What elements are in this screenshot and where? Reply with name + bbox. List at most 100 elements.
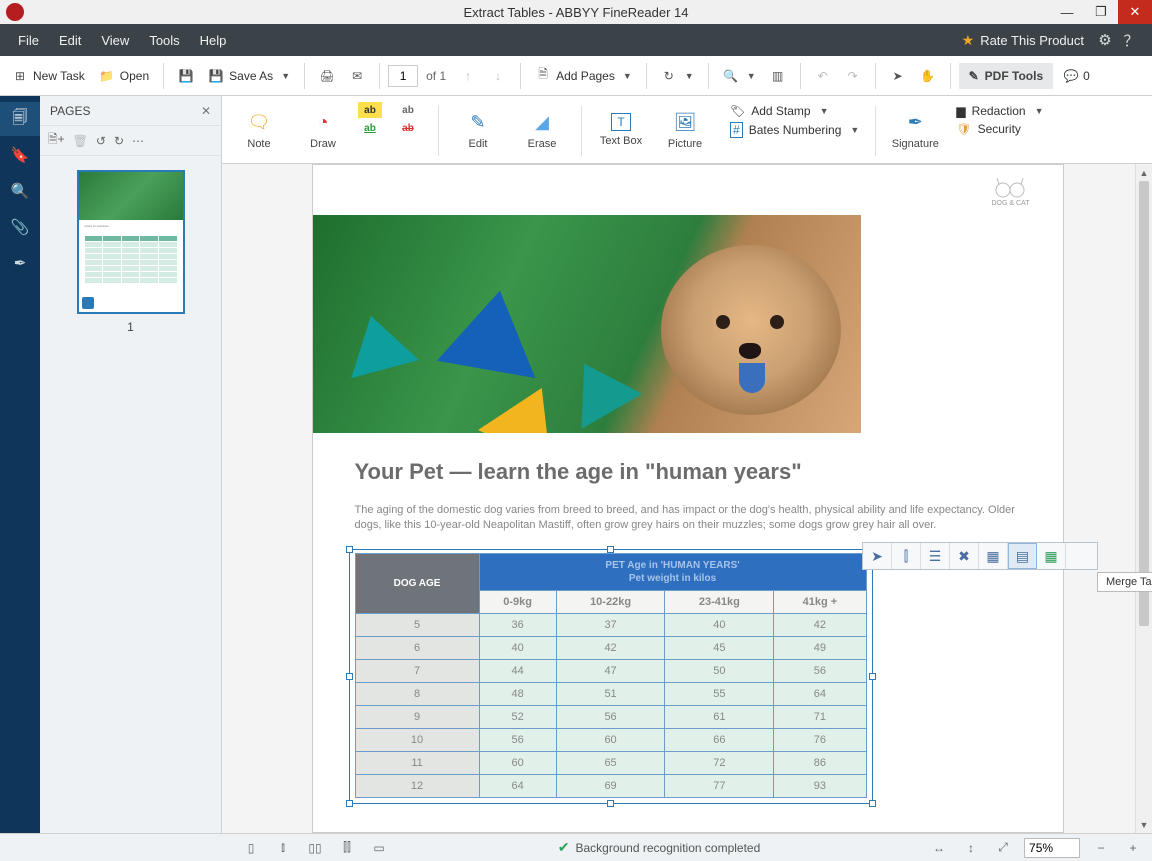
new-task-button[interactable]: ⊞New Task xyxy=(6,64,91,88)
page-total: of 1 xyxy=(426,69,446,83)
redaction-button[interactable]: ▆Redaction▼ xyxy=(956,104,1043,118)
picture-tool-button[interactable]: 🖼Picture xyxy=(656,100,714,160)
actual-size-icon[interactable]: ⤢ xyxy=(992,838,1014,858)
save-as-button[interactable]: 💾Save As▼ xyxy=(202,64,296,88)
table-value-cell: 72 xyxy=(665,752,774,775)
table-value-cell: 56 xyxy=(556,706,665,729)
redo-icon: ↷ xyxy=(845,68,861,84)
delete-page-icon[interactable]: 🗑 xyxy=(73,134,88,148)
highlight-yellow-icon[interactable]: ab xyxy=(358,102,382,118)
view-single-icon[interactable]: ▯ xyxy=(240,838,262,858)
add-stamp-button[interactable]: 🏷Add Stamp▼ xyxy=(730,104,859,118)
menu-tools[interactable]: Tools xyxy=(139,33,189,48)
bates-icon: # xyxy=(730,122,743,138)
security-button[interactable]: 🛡Security xyxy=(956,122,1043,136)
rate-product-button[interactable]: ★ Rate This Product xyxy=(954,32,1092,49)
pages-panel: PAGES ✕ 🗎+ 🗑 ↺ ↻ ⋯ xxxxx xx xxxxxxxx xyxy=(40,96,222,833)
signature-icon: ✒ xyxy=(903,110,927,134)
pdf-tools-button[interactable]: ✎PDF Tools xyxy=(959,63,1054,89)
fit-page-icon[interactable]: ↕ xyxy=(960,838,982,858)
popup-delete-line-icon[interactable]: ✖ xyxy=(950,543,979,569)
page-number-input[interactable] xyxy=(388,65,418,87)
maximize-button[interactable]: ❐ xyxy=(1084,0,1118,24)
settings-icon[interactable]: ⚙ xyxy=(1092,31,1118,49)
page-down-button[interactable]: ↓ xyxy=(484,64,512,88)
menu-view[interactable]: View xyxy=(91,33,139,48)
pointer-icon: ➤ xyxy=(890,68,906,84)
table-value-cell: 45 xyxy=(665,637,774,660)
zoom-input[interactable] xyxy=(1024,838,1080,858)
minimize-button[interactable]: — xyxy=(1050,0,1084,24)
table-value-cell: 44 xyxy=(479,660,556,683)
document-scroll[interactable]: DOG & CAT Your Pet — learn the age in "h… xyxy=(222,164,1135,833)
fit-width-icon[interactable]: ↔ xyxy=(928,838,950,858)
redo-button[interactable]: ↷ xyxy=(839,64,867,88)
rotate-left-icon[interactable]: ↺ xyxy=(96,134,106,148)
popup-table-icon[interactable]: ▦ xyxy=(1037,543,1066,569)
popup-add-hline-icon[interactable]: ☰ xyxy=(921,543,950,569)
more-icon[interactable]: ⋯ xyxy=(132,134,144,148)
page-thumbnail[interactable]: xxxxx xx xxxxxxxx xyxy=(77,170,185,314)
edit-tool-button[interactable]: ✎Edit xyxy=(449,100,507,160)
highlight-plain-icon[interactable]: ab xyxy=(396,102,420,118)
rotate-right-icon[interactable]: ↻ xyxy=(114,134,124,148)
popup-merge-cells-icon[interactable]: ▤ xyxy=(1008,543,1037,569)
nav-bookmarks-icon[interactable]: 🔖 xyxy=(0,138,40,172)
table-selection[interactable]: DOG AGE PET Age in 'HUMAN YEARS' Pet wei… xyxy=(355,553,867,798)
underline-green-icon[interactable]: ab xyxy=(358,120,382,136)
doc-logo: DOG & CAT xyxy=(981,164,1041,207)
draw-tool-button[interactable]: ◔Draw xyxy=(294,100,352,160)
popup-pointer-icon[interactable]: ➤ xyxy=(863,543,892,569)
menu-file[interactable]: File xyxy=(8,33,49,48)
table-value-cell: 55 xyxy=(665,683,774,706)
note-tool-button[interactable]: 🗨Note xyxy=(230,100,288,160)
bates-numbering-button[interactable]: #Bates Numbering▼ xyxy=(730,122,859,138)
view-two-page-icon[interactable]: ▯▯ xyxy=(304,838,326,858)
add-pages-button[interactable]: 🗎Add Pages▼ xyxy=(529,64,638,88)
zoom-out-icon[interactable]: − xyxy=(1090,838,1112,858)
view-two-continuous-icon[interactable]: ⫿⫿ xyxy=(336,838,358,858)
help-icon[interactable]: ？ xyxy=(1118,30,1144,51)
signature-button[interactable]: ✒Signature xyxy=(886,100,944,160)
view-continuous-icon[interactable]: ⫾ xyxy=(272,838,294,858)
menu-help[interactable]: Help xyxy=(190,33,237,48)
table-value-cell: 93 xyxy=(774,775,866,798)
rotate-button[interactable]: ↻▼ xyxy=(655,64,700,88)
nav-pages-icon[interactable]: 🗐 xyxy=(0,102,40,136)
open-button[interactable]: 📁Open xyxy=(93,64,155,88)
menu-edit[interactable]: Edit xyxy=(49,33,91,48)
pages-view-button[interactable]: ▥ xyxy=(764,64,792,88)
nav-signatures-icon[interactable]: ✒ xyxy=(0,246,40,280)
popup-split-cells-icon[interactable]: ▦ xyxy=(979,543,1008,569)
erase-tool-button[interactable]: ◢Erase xyxy=(513,100,571,160)
pointer-tool-button[interactable]: ➤ xyxy=(884,64,912,88)
table-value-cell: 42 xyxy=(774,614,866,637)
vertical-scrollbar[interactable]: ▲ ▼ xyxy=(1135,164,1152,833)
comments-count-button[interactable]: 💬0 xyxy=(1063,68,1090,84)
scroll-up-icon[interactable]: ▲ xyxy=(1136,164,1152,181)
textbox-tool-button[interactable]: TText Box xyxy=(592,100,650,160)
scroll-down-icon[interactable]: ▼ xyxy=(1136,816,1152,833)
zoom-in-icon[interactable]: + xyxy=(1122,838,1144,858)
page-up-button[interactable]: ↑ xyxy=(454,64,482,88)
close-button[interactable]: ✕ xyxy=(1118,0,1152,24)
table-value-cell: 37 xyxy=(556,614,665,637)
undo-button[interactable]: ↶ xyxy=(809,64,837,88)
table-value-cell: 56 xyxy=(774,660,866,683)
add-page-icon[interactable]: 🗎+ xyxy=(48,130,65,151)
view-fullscreen-icon[interactable]: ▭ xyxy=(368,838,390,858)
save-button[interactable]: 💾 xyxy=(172,64,200,88)
print-button[interactable]: 🖨 xyxy=(313,64,341,88)
close-panel-icon[interactable]: ✕ xyxy=(201,104,211,118)
window-title: Extract Tables - ABBYY FineReader 14 xyxy=(464,5,689,20)
nav-search-icon[interactable]: 🔍 xyxy=(0,174,40,208)
popup-add-vline-icon[interactable]: ⫿ xyxy=(892,543,921,569)
table-col-header: 10-22kg xyxy=(556,591,665,614)
search-doc-button[interactable]: 🔍▼ xyxy=(717,64,762,88)
nav-attachments-icon[interactable]: 📎 xyxy=(0,210,40,244)
hand-tool-button[interactable]: ✋ xyxy=(914,64,942,88)
email-button[interactable]: ✉ xyxy=(343,64,371,88)
table-row: 952566171 xyxy=(355,706,866,729)
strike-red-icon[interactable]: ab xyxy=(396,120,420,136)
pages-panel-title: PAGES xyxy=(50,104,90,118)
